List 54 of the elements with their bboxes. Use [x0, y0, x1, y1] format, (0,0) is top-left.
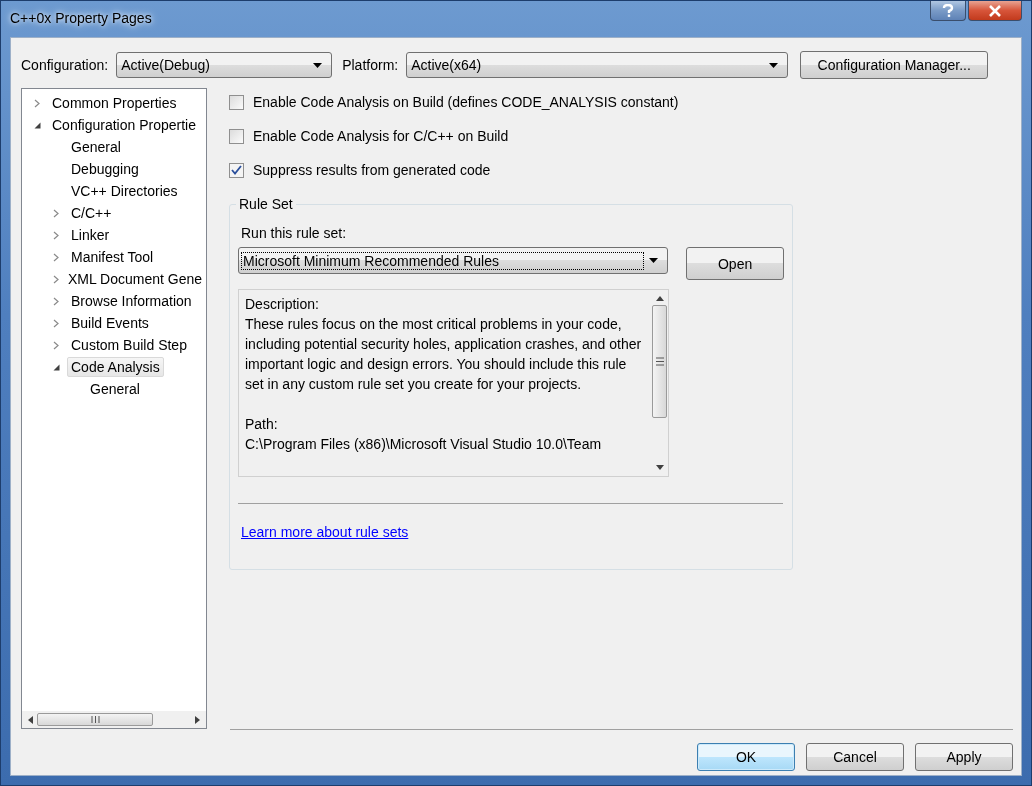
- scroll-up-icon[interactable]: [655, 296, 664, 301]
- dialog-button[interactable]: OK: [697, 743, 795, 771]
- checkbox[interactable]: [229, 94, 244, 110]
- description-text: These rules focus on the most critical problems in your code, including potential security holes, application crashes, and other important logic and design errors. You should include this rule set in any custom rule set you create for your projects.: [245, 315, 643, 394]
- platform-label: Platform:: [342, 57, 399, 73]
- checkbox[interactable]: [229, 162, 244, 178]
- group-title: Rule Set: [236, 196, 296, 212]
- rule-set-label: Run this rule set:: [241, 225, 348, 241]
- close-icon: [988, 4, 1002, 17]
- help-icon: [942, 3, 954, 18]
- tree-item[interactable]: VC++ Directories: [67, 181, 182, 201]
- tree-item[interactable]: Code Analysis: [67, 357, 164, 377]
- checkbox-label: Suppress results from generated code: [253, 162, 491, 178]
- scroll-down-icon[interactable]: [655, 465, 664, 470]
- scroll-left-icon[interactable]: [28, 715, 33, 724]
- dropdown-arrow-icon: [649, 258, 659, 263]
- tree-item[interactable]: General: [86, 379, 144, 399]
- tree-item[interactable]: Build Events: [67, 313, 153, 333]
- path-text: C:\Program Files (x86)\Microsoft Visual Studio 10.0\Team: [245, 435, 603, 454]
- tree-item[interactable]: Configuration Propertie: [48, 115, 200, 135]
- rule-set-dropdown[interactable]: Microsoft Minimum Recommended Rules: [238, 247, 669, 274]
- expanded-arrow-icon[interactable]: [34, 121, 41, 129]
- configuration-dropdown[interactable]: Active(Debug): [116, 52, 333, 78]
- tree-item[interactable]: Custom Build Step: [67, 335, 191, 355]
- description-label: Description:: [245, 295, 320, 314]
- configuration-label: Configuration:: [21, 57, 109, 73]
- checkbox-label: Enable Code Analysis for C/C++ on Build: [253, 128, 509, 144]
- help-button[interactable]: [930, 1, 966, 21]
- open-button[interactable]: Open: [686, 247, 784, 280]
- platform-dropdown[interactable]: Active(x64): [406, 52, 789, 78]
- tree-item[interactable]: C/C++: [67, 203, 116, 223]
- tree-item[interactable]: Linker: [67, 225, 114, 245]
- tree-item[interactable]: General: [67, 137, 125, 157]
- tree-item[interactable]: Manifest Tool: [67, 247, 158, 267]
- window-title: C++0x Property Pages: [10, 10, 152, 26]
- dropdown-arrow-icon: [769, 62, 779, 68]
- grip-icon: [90, 716, 100, 723]
- tree-item[interactable]: Debugging: [67, 159, 143, 179]
- tree-item[interactable]: Common Properties: [48, 93, 181, 113]
- learn-more-link[interactable]: Learn more about rule sets: [241, 524, 409, 540]
- horizontal-scrollbar[interactable]: [22, 711, 206, 728]
- configuration-manager-button[interactable]: Configuration Manager...: [800, 51, 989, 79]
- checkbox-label: Enable Code Analysis on Build (defines CODE_ANALYSIS constant): [253, 94, 679, 110]
- dropdown-arrow-icon: [313, 62, 323, 68]
- tree-item[interactable]: Browse Information: [67, 291, 196, 311]
- grip-icon: [655, 357, 664, 366]
- scroll-right-icon[interactable]: [195, 715, 200, 724]
- dialog-button[interactable]: Cancel: [806, 743, 904, 771]
- dialog-button[interactable]: Apply: [915, 743, 1013, 771]
- tree-item[interactable]: XML Document Gene: [63, 269, 206, 289]
- expanded-arrow-icon[interactable]: [53, 363, 60, 371]
- checkbox[interactable]: [229, 128, 244, 144]
- close-button[interactable]: [968, 1, 1022, 21]
- path-label: Path:: [245, 415, 279, 434]
